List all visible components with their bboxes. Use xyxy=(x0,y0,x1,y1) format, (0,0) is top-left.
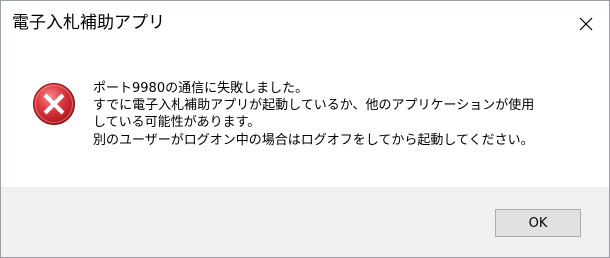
ok-button[interactable]: OK xyxy=(495,209,581,237)
close-button[interactable] xyxy=(563,1,609,47)
window-title: 電子入札補助アプリ xyxy=(12,13,165,33)
message-line: ポート9980の通信に失敗しました。 xyxy=(93,81,309,96)
error-icon xyxy=(33,83,75,125)
close-icon xyxy=(579,17,593,31)
error-message: ポート9980の通信に失敗しました。 すでに電子入札補助アプリが起動しているか、… xyxy=(93,80,598,149)
error-dialog: 電子入札補助アプリ ポート9980の通信に失敗しました。 すでに電子入札補助アプ… xyxy=(0,0,610,258)
dialog-content: ポート9980の通信に失敗しました。 すでに電子入札補助アプリが起動しているか、… xyxy=(1,47,609,187)
button-bar: OK xyxy=(1,187,609,257)
message-line: 別のユーザーがログオン中の場合はログオフをしてから起動してください。 xyxy=(93,132,534,148)
message-line: すでに電子入札補助アプリが起動しているか、他のアプリケーションが使用 xyxy=(93,98,535,114)
title-bar[interactable]: 電子入札補助アプリ xyxy=(1,1,609,47)
message-line: している可能性があります。 xyxy=(93,115,261,131)
